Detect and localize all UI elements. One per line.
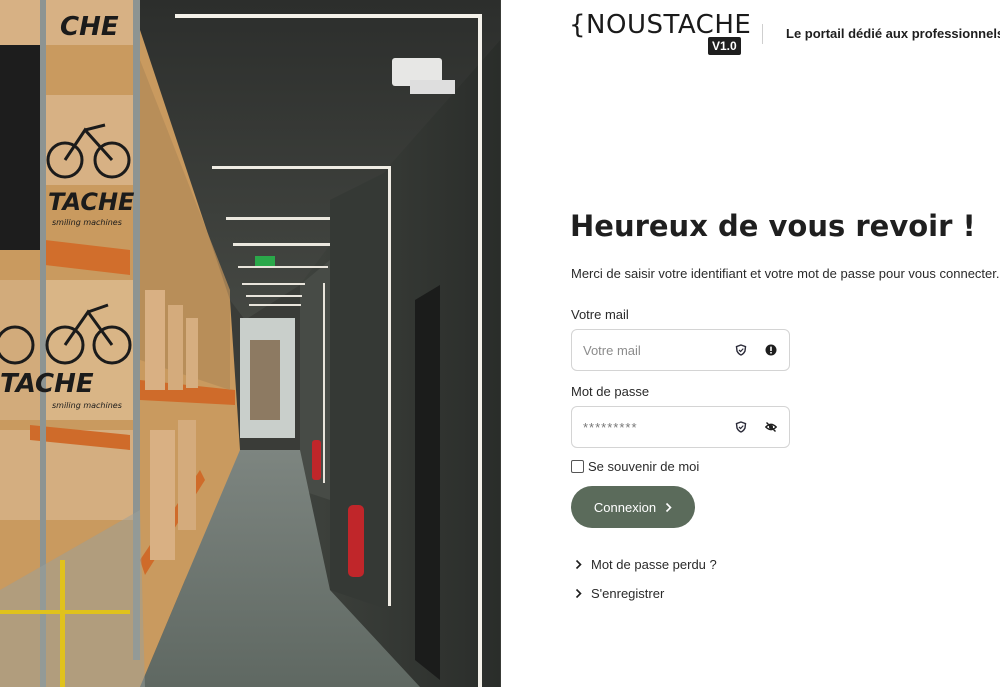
fire-extinguisher-icon xyxy=(348,505,364,577)
exit-sign-icon xyxy=(255,256,275,266)
warehouse-corridor-image: CHE TACHE TACHE smiling machines smiling… xyxy=(0,0,500,687)
box-tagline: smiling machines xyxy=(52,218,122,227)
shield-icon xyxy=(735,421,747,433)
header-divider xyxy=(762,24,763,44)
remember-label: Se souvenir de moi xyxy=(588,459,700,474)
forgot-password-label: Mot de passe perdu ? xyxy=(591,557,717,572)
shield-icon xyxy=(735,344,747,356)
page-title: Heureux de vous revoir ! xyxy=(570,209,976,243)
remember-me[interactable]: Se souvenir de moi xyxy=(571,459,699,474)
login-button[interactable]: Connexion xyxy=(571,486,695,528)
logo-wordmark: {NOUSTACHE xyxy=(569,10,752,40)
alert-icon xyxy=(765,344,777,356)
eye-off-icon[interactable] xyxy=(765,421,777,433)
email-field[interactable] xyxy=(583,330,723,370)
hero-photo: CHE TACHE TACHE smiling machines smiling… xyxy=(0,0,501,687)
email-field-wrapper xyxy=(571,329,790,371)
box-label: TACHE xyxy=(0,369,94,399)
chevron-right-icon xyxy=(575,588,582,599)
forgot-password-link[interactable]: Mot de passe perdu ? xyxy=(575,557,717,572)
page-subtitle: Merci de saisir votre identifiant et vot… xyxy=(571,266,1000,281)
remember-checkbox[interactable] xyxy=(571,460,584,473)
email-label: Votre mail xyxy=(571,307,629,322)
chevron-right-icon xyxy=(666,502,672,512)
password-field[interactable] xyxy=(583,407,723,447)
fire-extinguisher-icon xyxy=(312,440,321,480)
login-button-label: Connexion xyxy=(593,499,657,515)
box-label: TACHE xyxy=(48,188,135,216)
brand-logo[interactable]: {NOUSTACHE V1.0 xyxy=(569,10,751,56)
register-label: S'enregistrer xyxy=(591,586,665,601)
portal-tagline: Le portail dédié aux professionnels xyxy=(786,26,1000,41)
box-label: CHE xyxy=(60,12,119,42)
box-tagline: smiling machines xyxy=(52,401,122,410)
chevron-right-icon xyxy=(575,559,582,570)
password-label: Mot de passe xyxy=(571,384,650,399)
register-link[interactable]: S'enregistrer xyxy=(575,586,664,601)
password-field-wrapper xyxy=(571,406,790,448)
version-badge: V1.0 xyxy=(708,37,741,55)
